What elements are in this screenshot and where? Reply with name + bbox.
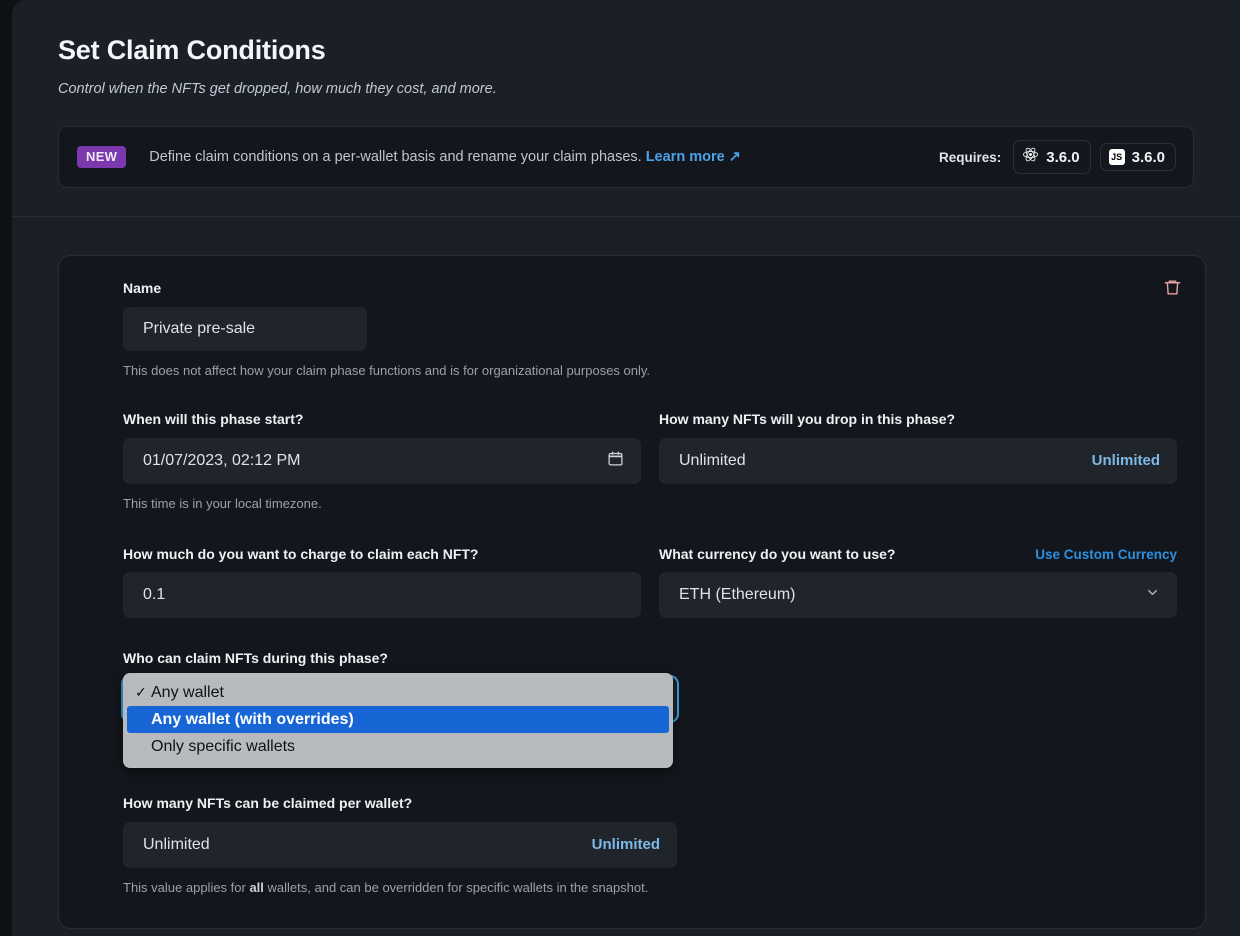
dropdown-option-any-wallet[interactable]: ✓ Any wallet — [123, 679, 673, 706]
page-header: Set Claim Conditions Control when the NF… — [12, 0, 1240, 99]
start-date-input[interactable]: 01/07/2023, 02:12 PM — [123, 438, 641, 484]
per-wallet-helper-pre: This value applies for — [123, 880, 249, 895]
start-date-value: 01/07/2023, 02:12 PM — [143, 452, 607, 470]
page-title: Set Claim Conditions — [58, 34, 1194, 66]
per-wallet-unlimited-badge[interactable]: Unlimited — [592, 836, 660, 853]
use-custom-currency-link[interactable]: Use Custom Currency — [1035, 547, 1177, 562]
requires-label: Requires: — [939, 150, 1001, 165]
new-badge: NEW — [77, 146, 126, 168]
chevron-down-icon — [1145, 585, 1160, 605]
row-start-supply: When will this phase start? 01/07/2023, … — [123, 411, 1177, 514]
name-label: Name — [123, 280, 1177, 297]
field-per-wallet: How many NFTs can be claimed per wallet?… — [123, 795, 1177, 898]
claim-phase-card: Name Private pre-sale This does not affe… — [58, 255, 1206, 929]
field-name: Name Private pre-sale This does not affe… — [123, 280, 1177, 381]
per-wallet-label: How many NFTs can be claimed per wallet? — [123, 795, 1177, 812]
delete-phase-button[interactable] — [1157, 274, 1187, 304]
dropdown-option-label: Any wallet (with overrides) — [151, 711, 354, 729]
field-price: How much do you want to charge to claim … — [123, 546, 641, 619]
dropdown-option-any-wallet-overrides[interactable]: Any wallet (with overrides) — [127, 706, 669, 733]
currency-label-row: What currency do you want to use? Use Cu… — [659, 546, 1177, 573]
supply-input[interactable]: Unlimited Unlimited — [659, 438, 1177, 484]
requirement-react: 3.6.0 — [1013, 140, 1090, 174]
start-label: When will this phase start? — [123, 411, 641, 428]
javascript-icon: JS — [1109, 149, 1125, 165]
per-wallet-value: Unlimited — [143, 836, 592, 854]
dropdown-option-only-specific-wallets[interactable]: Only specific wallets — [123, 733, 673, 760]
header-divider — [12, 216, 1240, 217]
banner-requirements: Requires: 3.6.0 JS 3.6.0 — [939, 140, 1176, 174]
start-helper: This time is in your local timezone. — [123, 495, 641, 514]
per-wallet-input[interactable]: Unlimited Unlimited — [123, 822, 677, 868]
who-can-claim-select-wrap: ✓ Any wallet Any wallet (with overrides)… — [123, 677, 677, 721]
price-value: 0.1 — [143, 586, 624, 604]
per-wallet-helper-post: wallets, and can be overridden for speci… — [264, 880, 648, 895]
new-feature-banner: NEW Define claim conditions on a per-wal… — [58, 126, 1194, 188]
banner-text: Define claim conditions on a per-wallet … — [149, 149, 741, 165]
calendar-icon[interactable] — [607, 450, 624, 472]
currency-select[interactable]: ETH (Ethereum) — [659, 572, 1177, 618]
field-supply: How many NFTs will you drop in this phas… — [659, 411, 1177, 514]
who-can-claim-dropdown[interactable]: ✓ Any wallet Any wallet (with overrides)… — [123, 673, 673, 768]
check-icon: ✓ — [135, 684, 151, 701]
row-price-currency: How much do you want to charge to claim … — [123, 546, 1177, 619]
field-start: When will this phase start? 01/07/2023, … — [123, 411, 641, 514]
name-helper: This does not affect how your claim phas… — [123, 362, 1177, 381]
price-input[interactable]: 0.1 — [123, 572, 641, 618]
currency-label: What currency do you want to use? — [659, 546, 895, 563]
currency-value: ETH (Ethereum) — [679, 586, 1145, 604]
trash-icon — [1163, 278, 1182, 300]
who-can-claim-label: Who can claim NFTs during this phase? — [123, 650, 1177, 667]
dropdown-option-label: Only specific wallets — [151, 738, 295, 756]
learn-more-link[interactable]: Learn more ↗ — [646, 149, 741, 165]
page-subtitle: Control when the NFTs get dropped, how m… — [58, 80, 1194, 99]
per-wallet-helper-bold: all — [249, 880, 263, 895]
javascript-version: 3.6.0 — [1132, 150, 1165, 165]
name-value: Private pre-sale — [143, 320, 350, 338]
supply-label: How many NFTs will you drop in this phas… — [659, 411, 1177, 428]
banner-description: Define claim conditions on a per-wallet … — [149, 149, 641, 165]
dropdown-option-label: Any wallet — [151, 684, 224, 702]
supply-value: Unlimited — [679, 452, 1092, 470]
react-icon — [1022, 146, 1039, 168]
per-wallet-helper: This value applies for all wallets, and … — [123, 879, 653, 898]
requirement-javascript: JS 3.6.0 — [1100, 143, 1176, 171]
field-who-can-claim: Who can claim NFTs during this phase? ✓ … — [123, 650, 1177, 721]
field-currency: What currency do you want to use? Use Cu… — [659, 546, 1177, 619]
react-version: 3.6.0 — [1046, 150, 1079, 165]
name-input[interactable]: Private pre-sale — [123, 307, 367, 351]
price-label: How much do you want to charge to claim … — [123, 546, 641, 563]
supply-unlimited-badge[interactable]: Unlimited — [1092, 452, 1160, 469]
claim-conditions-page: Set Claim Conditions Control when the NF… — [12, 0, 1240, 936]
